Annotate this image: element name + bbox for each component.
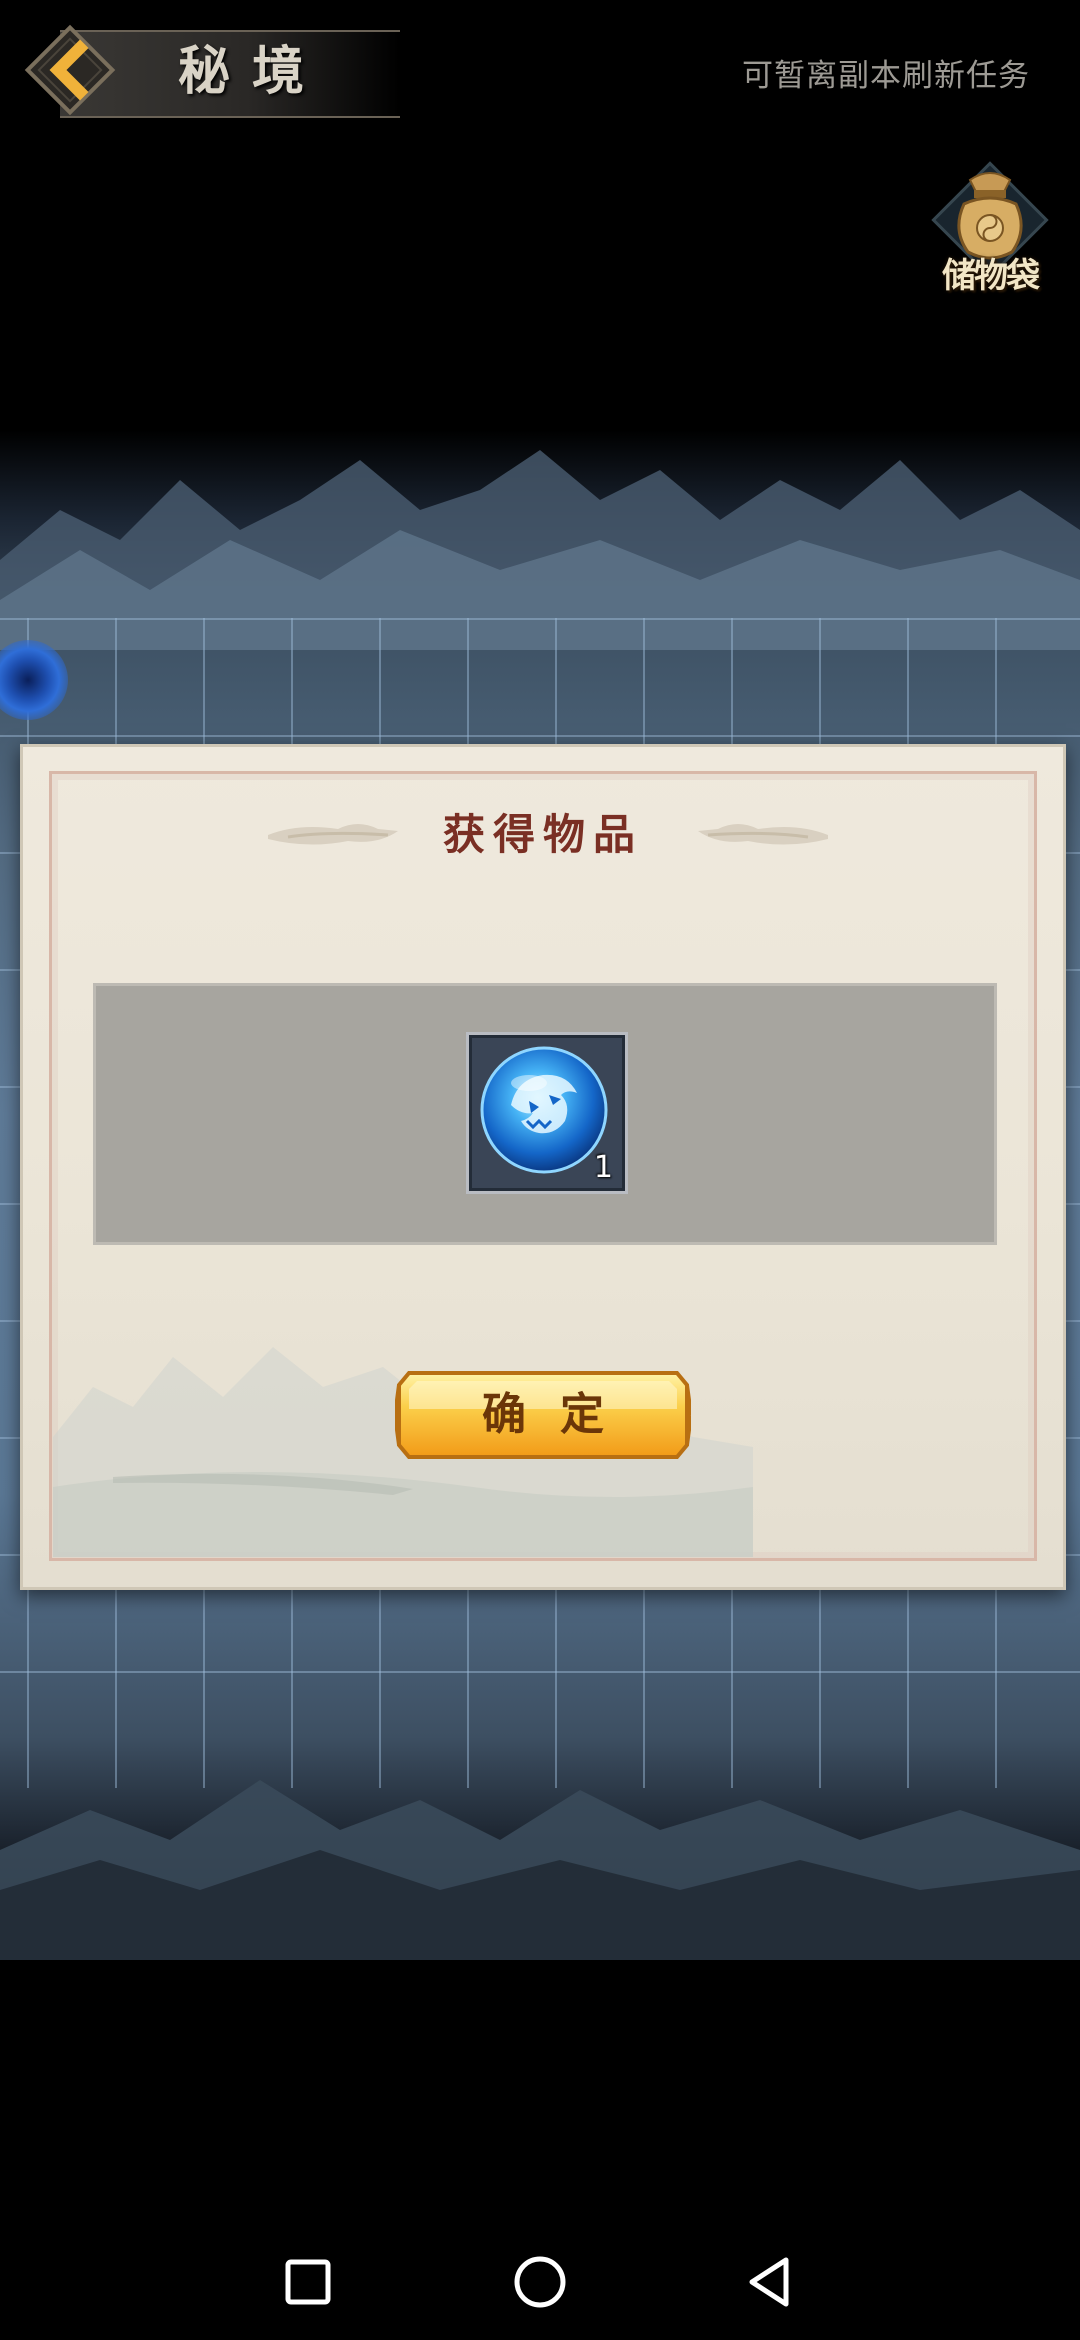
system-nav-bar — [0, 2220, 1080, 2340]
reward-dialog: 获得物品 1 确定 — [20, 744, 1066, 1590]
item-count: 1 — [593, 1150, 613, 1185]
system-back-button[interactable] — [730, 2242, 810, 2322]
storage-bag-label: 储物袋 — [942, 256, 1040, 296]
dialog-title: 获得物品 — [442, 810, 643, 859]
mountain-range-bottom — [0, 1780, 1080, 1960]
confirm-button[interactable]: 确定 — [392, 1365, 694, 1465]
recents-button[interactable] — [268, 2242, 348, 2322]
back-button[interactable] — [18, 18, 122, 122]
chevron-left-icon — [24, 24, 116, 116]
hint-text: 可暂离副本刷新任务 — [742, 58, 1030, 94]
reward-item-slot[interactable]: 1 — [466, 1032, 628, 1194]
storage-bag-button[interactable]: 储物袋 — [924, 160, 1056, 300]
top-bar: 秘境 可暂离副本刷新任务 储物袋 — [0, 0, 1080, 296]
square-icon — [285, 2259, 331, 2305]
home-button[interactable] — [500, 2242, 580, 2322]
mountain-range-top — [0, 450, 1080, 650]
circle-icon — [514, 2256, 566, 2308]
triangle-back-icon — [749, 2257, 789, 2307]
page-title: 秘境 — [178, 41, 327, 102]
game-screen: 秘境 可暂离副本刷新任务 储物袋 获得物品 1 确定 — [0, 0, 1080, 2340]
reward-item-panel: 1 — [93, 983, 997, 1245]
confirm-label: 确定 — [482, 1389, 638, 1440]
